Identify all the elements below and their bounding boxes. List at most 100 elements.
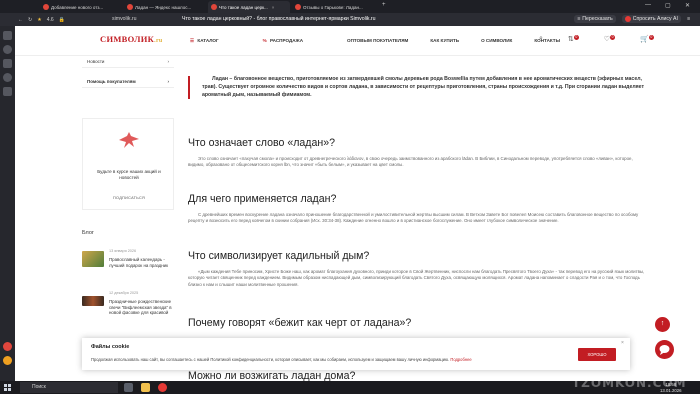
- yandex-browser-icon[interactable]: [158, 383, 167, 392]
- nav-controls: ← ↻ ★ 4.6 🔒: [18, 13, 65, 26]
- sidebar-item-news[interactable]: Новости ›: [82, 56, 174, 68]
- ask-alice-label: Спросить Алису AI: [632, 16, 678, 22]
- blog-link[interactable]: Праздничные рождественские свечи "Вифлее…: [109, 299, 172, 316]
- refresh-icon[interactable]: ↻: [28, 17, 32, 23]
- header-icons: ⌕ ⇅ 0 ♡ 0 🛒 0: [539, 35, 654, 43]
- alice-icon: [624, 16, 631, 22]
- compare-button[interactable]: ⇅ 0: [568, 35, 579, 43]
- left-column: Новости › Помощь покупателям ›: [82, 56, 174, 88]
- section-text: С древнейших времен воскурение ладана оз…: [188, 212, 639, 224]
- ask-alice-button[interactable]: Спросить Алису AI: [621, 15, 681, 23]
- sidebar-app-icon[interactable]: [3, 45, 12, 54]
- subscribe-promo: Будьте в курсе наших акций и новостей ПО…: [82, 118, 174, 210]
- sidebar-app-icon[interactable]: [3, 87, 12, 96]
- url-field[interactable]: simvolik.ru: [112, 16, 137, 22]
- sidebar-item-label: Помощь покупателям: [87, 79, 136, 84]
- new-tab-icon[interactable]: +: [382, 2, 386, 8]
- blog-item[interactable]: 13 января 2026 Православный календарь - …: [82, 248, 174, 278]
- nav-catalog[interactable]: ☰ КАТАЛОГ: [190, 38, 241, 44]
- watermark: TZOMKON.COM: [572, 376, 687, 390]
- favorites-badge: 0: [610, 35, 616, 40]
- taskbar-search[interactable]: Поиск: [20, 382, 118, 393]
- nav-wholesale[interactable]: ОПТОВЫМ ПОКУПАТЕЛЯМ: [347, 38, 408, 44]
- nav-label: РАСПРОДАЖА: [269, 38, 304, 43]
- scroll-top-button[interactable]: ↑: [655, 317, 670, 332]
- chat-icon: [659, 345, 670, 355]
- browser-sidebar: [0, 26, 15, 381]
- browser-tab-active[interactable]: Что такое ладан церк... ×: [208, 1, 290, 13]
- sidebar-item-help[interactable]: Помощь покупателям ›: [82, 76, 174, 88]
- tab-label: Добавление нового отз...: [51, 4, 104, 10]
- tab-label: Отзывы о Гарькове: Ладан...: [303, 4, 363, 10]
- site-favicon-icon: [295, 4, 301, 10]
- file-explorer-icon[interactable]: [141, 383, 150, 392]
- browser-tab[interactable]: Отзывы о Гарькове: Ладан...: [292, 1, 378, 13]
- sidebar-app-icon[interactable]: [3, 31, 12, 40]
- tab-label: Ладан — Яндекс нашлос...: [135, 4, 192, 10]
- blog-link[interactable]: Православный календарь - лучший подарок …: [109, 257, 172, 268]
- browser-tab[interactable]: Добавление нового отз...: [40, 1, 122, 13]
- retell-button[interactable]: ≡ Пересказать: [574, 15, 616, 23]
- blog-title: Блог: [82, 230, 94, 236]
- dove-icon: [119, 132, 139, 148]
- windows-start-icon[interactable]: [4, 384, 11, 391]
- blog-item[interactable]: 12 декабря 2025 Праздничные рождественск…: [82, 290, 174, 330]
- promo-text: Будьте в курсе наших акций и новостей: [97, 169, 161, 180]
- chevron-right-icon: ›: [167, 59, 170, 64]
- cart-button[interactable]: 🛒 0: [640, 35, 654, 43]
- blog-thumbnail[interactable]: [82, 251, 104, 267]
- site-header: СИМВОЛИК.ru ☰ КАТАЛОГ % РАСПРОДАЖА ОПТОВ…: [15, 26, 700, 56]
- back-icon[interactable]: ←: [18, 17, 23, 23]
- section-heading: Что означает слово «ладан»?: [188, 137, 336, 149]
- sidebar-app-icon[interactable]: [3, 59, 12, 68]
- site-favicon-icon: [211, 4, 217, 10]
- sidebar-app-icon[interactable]: [3, 356, 12, 365]
- section-heading: Что символизирует кадильный дым?: [188, 250, 370, 262]
- chat-button[interactable]: [655, 340, 674, 359]
- sidebar-app-icon[interactable]: [3, 73, 12, 82]
- yandex-favicon-icon: [127, 4, 133, 10]
- sidebar-item-label: Новости: [87, 59, 105, 64]
- site-logo[interactable]: СИМВОЛИК.ru: [100, 34, 163, 44]
- favorites-button[interactable]: ♡ 0: [604, 35, 616, 43]
- compare-badge: 0: [573, 35, 579, 40]
- section-text: «Дым каждения Тебе приносим, Христе Боже…: [188, 269, 645, 287]
- menu-icon[interactable]: ≡: [687, 16, 690, 22]
- task-view-icon[interactable]: [124, 383, 133, 392]
- lock-icon[interactable]: 🔒: [59, 17, 65, 23]
- cart-badge: 0: [648, 35, 654, 40]
- nav-how-to-buy[interactable]: КАК КУПИТЬ: [430, 38, 459, 44]
- close-icon[interactable]: ×: [621, 340, 624, 346]
- maximize-icon[interactable]: ▢: [665, 2, 671, 9]
- cookie-text-body: Продолжая использовать наш сайт, вы согл…: [91, 357, 450, 362]
- rating-star-icon: ★: [37, 16, 42, 23]
- page-title-in-address: Что такое ладан церковный? - блог правос…: [182, 16, 376, 22]
- nav-sale[interactable]: % РАСПРОДАЖА: [263, 38, 325, 44]
- retell-label: Пересказать: [582, 16, 613, 22]
- cookie-title: Файлы cookie: [91, 344, 130, 350]
- blog-thumbnail[interactable]: [82, 296, 104, 306]
- nav-about[interactable]: О СИМВОЛИК: [481, 38, 512, 44]
- browser-tab[interactable]: Ладан — Яндекс нашлос...: [124, 1, 206, 13]
- cookie-more-link[interactable]: Подробнее: [450, 357, 471, 362]
- tab-label: Что такое ладан церк...: [219, 4, 268, 10]
- cookie-banner: Файлы cookie Продолжая использовать наш …: [82, 338, 630, 370]
- taskbar-apps: [124, 383, 167, 392]
- search-icon[interactable]: ⌕: [539, 35, 543, 43]
- blog-date: 12 декабря 2025: [109, 291, 139, 295]
- minimize-icon[interactable]: —: [645, 2, 651, 8]
- close-window-icon[interactable]: ✕: [685, 2, 690, 9]
- cookie-text: Продолжая использовать наш сайт, вы согл…: [91, 357, 472, 362]
- burger-icon: ☰: [190, 38, 196, 43]
- taskbar-search-label: Поиск: [32, 384, 46, 390]
- compare-icon: ⇅: [567, 36, 574, 43]
- subscribe-button[interactable]: ПОДПИСАТЬСЯ: [113, 196, 145, 200]
- cart-icon: 🛒: [640, 36, 649, 43]
- browser-tab-bar: Добавление нового отз... Ладан — Яндекс …: [0, 0, 700, 13]
- article-lead-quote: Ладан – благовонное вещество, приготовля…: [188, 76, 648, 100]
- cookie-accept-button[interactable]: ХОРОШО: [578, 348, 616, 361]
- close-tab-icon[interactable]: ×: [272, 5, 275, 10]
- nav-label: КАТАЛОГ: [197, 38, 219, 43]
- retell-icon: ≡: [577, 16, 581, 22]
- sidebar-alice-icon[interactable]: [3, 342, 12, 351]
